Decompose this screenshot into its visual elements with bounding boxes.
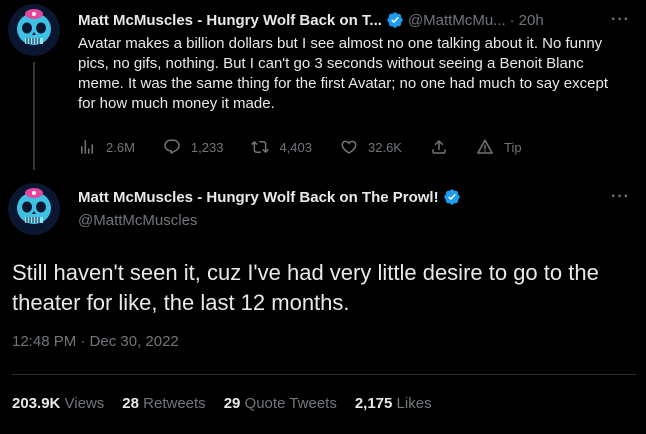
separator: · bbox=[509, 11, 515, 29]
tip-icon bbox=[477, 139, 493, 154]
quotes-stat-label: Quote Tweets bbox=[244, 395, 337, 412]
views-stat: 203.9K Views bbox=[12, 395, 104, 412]
views-count: 2.6M bbox=[106, 139, 135, 155]
likes-stat-label: Likes bbox=[396, 395, 432, 412]
views-button[interactable]: 2.6M bbox=[78, 138, 135, 156]
share-button[interactable] bbox=[430, 138, 458, 156]
handle[interactable]: @MattMcMuscles bbox=[78, 212, 197, 229]
handle[interactable]: @MattMcMu... bbox=[408, 12, 506, 29]
verified-badge-icon bbox=[443, 188, 461, 206]
avatar[interactable] bbox=[8, 183, 60, 235]
avatar[interactable] bbox=[8, 4, 60, 56]
tweet2-stats: 203.9K Views 28 Retweets 29 Quote Tweets… bbox=[12, 395, 450, 412]
likes-stat-count: 2,175 bbox=[354, 395, 397, 412]
display-name[interactable]: Matt McMuscles - Hungry Wolf Back on T..… bbox=[78, 12, 382, 29]
display-name[interactable]: Matt McMuscles - Hungry Wolf Back on The… bbox=[78, 189, 439, 206]
like-button[interactable]: 32.6K bbox=[340, 138, 402, 156]
timestamp[interactable]: 20h bbox=[519, 12, 544, 29]
reply-button[interactable]: 1,233 bbox=[163, 138, 224, 156]
tweet1-header: Matt McMuscles - Hungry Wolf Back on T..… bbox=[78, 10, 636, 30]
tip-button[interactable]: Tip bbox=[476, 138, 522, 156]
reply-icon bbox=[164, 139, 180, 155]
like-icon bbox=[341, 140, 357, 154]
share-icon bbox=[432, 139, 446, 154]
like-count: 32.6K bbox=[368, 139, 402, 155]
likes-stat[interactable]: 2,175 Likes bbox=[355, 395, 432, 412]
retweet-button[interactable]: 4,403 bbox=[251, 138, 312, 156]
views-stat-label: Views bbox=[64, 395, 105, 412]
tweet2-name-row: Matt McMuscles - Hungry Wolf Back on The… bbox=[78, 188, 461, 206]
thread-line bbox=[33, 62, 35, 170]
more-icon[interactable]: ··· bbox=[611, 188, 630, 206]
verified-badge-icon bbox=[386, 11, 404, 29]
retweet-icon bbox=[251, 140, 270, 154]
quotes-stat[interactable]: 29 Quote Tweets bbox=[224, 395, 337, 412]
reply-count: 1,233 bbox=[190, 139, 224, 155]
tweet2-text: Still haven't seen it, cuz I've had very… bbox=[12, 260, 599, 315]
more-icon[interactable]: ··· bbox=[611, 11, 630, 29]
tweet1-text: Avatar makes a billion dollars but I see… bbox=[78, 35, 608, 112]
retweets-stat[interactable]: 28 Retweets bbox=[122, 395, 205, 412]
retweets-stat-count: 28 bbox=[122, 395, 144, 412]
tweet1-actions: 2.6M 1,233 4,403 32.6K Tip bbox=[78, 137, 550, 157]
tip-label: Tip bbox=[503, 139, 522, 155]
views-stat-count: 203.9K bbox=[12, 395, 65, 412]
retweet-count: 4,403 bbox=[279, 139, 312, 155]
divider bbox=[12, 374, 636, 375]
views-chart-icon bbox=[81, 140, 93, 154]
quotes-stat-count: 29 bbox=[223, 395, 245, 412]
tweet2-timestamp[interactable]: 12:48 PM · Dec 30, 2022 bbox=[12, 333, 179, 350]
retweets-stat-label: Retweets bbox=[143, 395, 206, 412]
